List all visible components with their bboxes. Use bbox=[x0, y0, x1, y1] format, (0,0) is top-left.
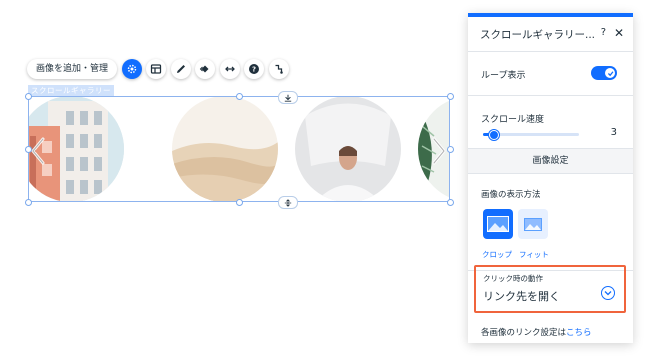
chevron-down-icon[interactable] bbox=[601, 286, 615, 300]
resize-handle-bottom-right[interactable] bbox=[447, 199, 454, 206]
fit-option-label: フィット bbox=[519, 250, 549, 259]
crop-icon bbox=[487, 216, 509, 232]
stretch-icon bbox=[224, 66, 235, 72]
help-button[interactable]: ? bbox=[244, 59, 265, 79]
connect-icon bbox=[275, 64, 283, 74]
display-method-label: 画像の表示方法 bbox=[481, 190, 541, 200]
toggle-knob bbox=[605, 68, 615, 78]
crop-option-label: クロップ bbox=[482, 250, 512, 259]
arrow-down-to-line-icon bbox=[284, 94, 292, 102]
settings-panel: スクロールギャラリー... ? ✕ ループ表示 スクロール速度 3 画像設定 画… bbox=[468, 13, 633, 343]
layout-button[interactable] bbox=[146, 59, 167, 79]
resize-handle-top-left[interactable] bbox=[25, 93, 32, 100]
selection-frame bbox=[28, 96, 450, 202]
speed-slider-handle[interactable] bbox=[488, 130, 499, 140]
add-manage-images-button[interactable]: 画像を追加・管理 bbox=[27, 59, 118, 79]
fit-icon bbox=[524, 217, 542, 231]
panel-close-button[interactable]: ✕ bbox=[614, 26, 624, 40]
image-settings-section-header: 画像設定 bbox=[468, 149, 633, 174]
connect-button[interactable] bbox=[268, 59, 289, 79]
speed-setting: スクロール速度 3 bbox=[468, 96, 633, 149]
click-action-label: クリック時の動作 bbox=[483, 274, 543, 283]
animation-icon bbox=[199, 65, 209, 73]
speed-slider[interactable] bbox=[483, 130, 579, 140]
resize-handle-bottom[interactable] bbox=[236, 199, 243, 206]
resize-handle-top[interactable] bbox=[236, 93, 243, 100]
component-selection-label: スクロールギャラリー bbox=[28, 85, 114, 96]
svg-text:?: ? bbox=[252, 66, 256, 74]
speed-value: 3 bbox=[610, 127, 617, 138]
crop-option[interactable] bbox=[483, 209, 513, 239]
click-action-value: リンク先を開く bbox=[483, 290, 560, 303]
link-setting-link[interactable]: こちら bbox=[566, 328, 592, 338]
resize-handle-right[interactable] bbox=[447, 146, 454, 153]
gear-icon bbox=[127, 64, 136, 74]
loop-setting: ループ表示 bbox=[468, 52, 633, 96]
layout-icon bbox=[150, 64, 162, 74]
stretch-top-button[interactable] bbox=[278, 91, 298, 104]
fit-option[interactable] bbox=[518, 209, 548, 239]
resize-handle-left[interactable] bbox=[25, 146, 32, 153]
display-method-setting: 画像の表示方法 クロップ フィット bbox=[468, 174, 633, 271]
stretch-bottom-button[interactable] bbox=[278, 196, 298, 209]
gallery-toolbar: 画像を追加・管理 ? bbox=[27, 58, 289, 80]
speed-label: スクロール速度 bbox=[481, 115, 545, 125]
click-action-dropdown[interactable]: クリック時の動作 リンク先を開く bbox=[474, 265, 626, 313]
panel-help-button[interactable]: ? bbox=[601, 27, 606, 38]
help-icon: ? bbox=[249, 64, 260, 74]
loop-toggle[interactable] bbox=[591, 66, 617, 80]
collapse-vertical-icon bbox=[284, 198, 292, 207]
loop-label: ループ表示 bbox=[481, 71, 526, 81]
link-setting-note: 各画像のリンク設定はこちら bbox=[481, 326, 592, 338]
link-setting-text: 各画像のリンク設定は bbox=[481, 328, 567, 338]
settings-button[interactable] bbox=[121, 59, 142, 79]
panel-title: スクロールギャラリー... bbox=[480, 28, 596, 41]
animation-button[interactable] bbox=[195, 59, 216, 79]
resize-handle-top-right[interactable] bbox=[447, 93, 454, 100]
check-icon bbox=[607, 70, 613, 76]
stretch-button[interactable] bbox=[219, 59, 240, 79]
design-button[interactable] bbox=[170, 59, 191, 79]
resize-handle-bottom-left[interactable] bbox=[25, 199, 32, 206]
design-icon bbox=[176, 65, 185, 73]
panel-header: スクロールギャラリー... ? ✕ bbox=[468, 17, 633, 52]
